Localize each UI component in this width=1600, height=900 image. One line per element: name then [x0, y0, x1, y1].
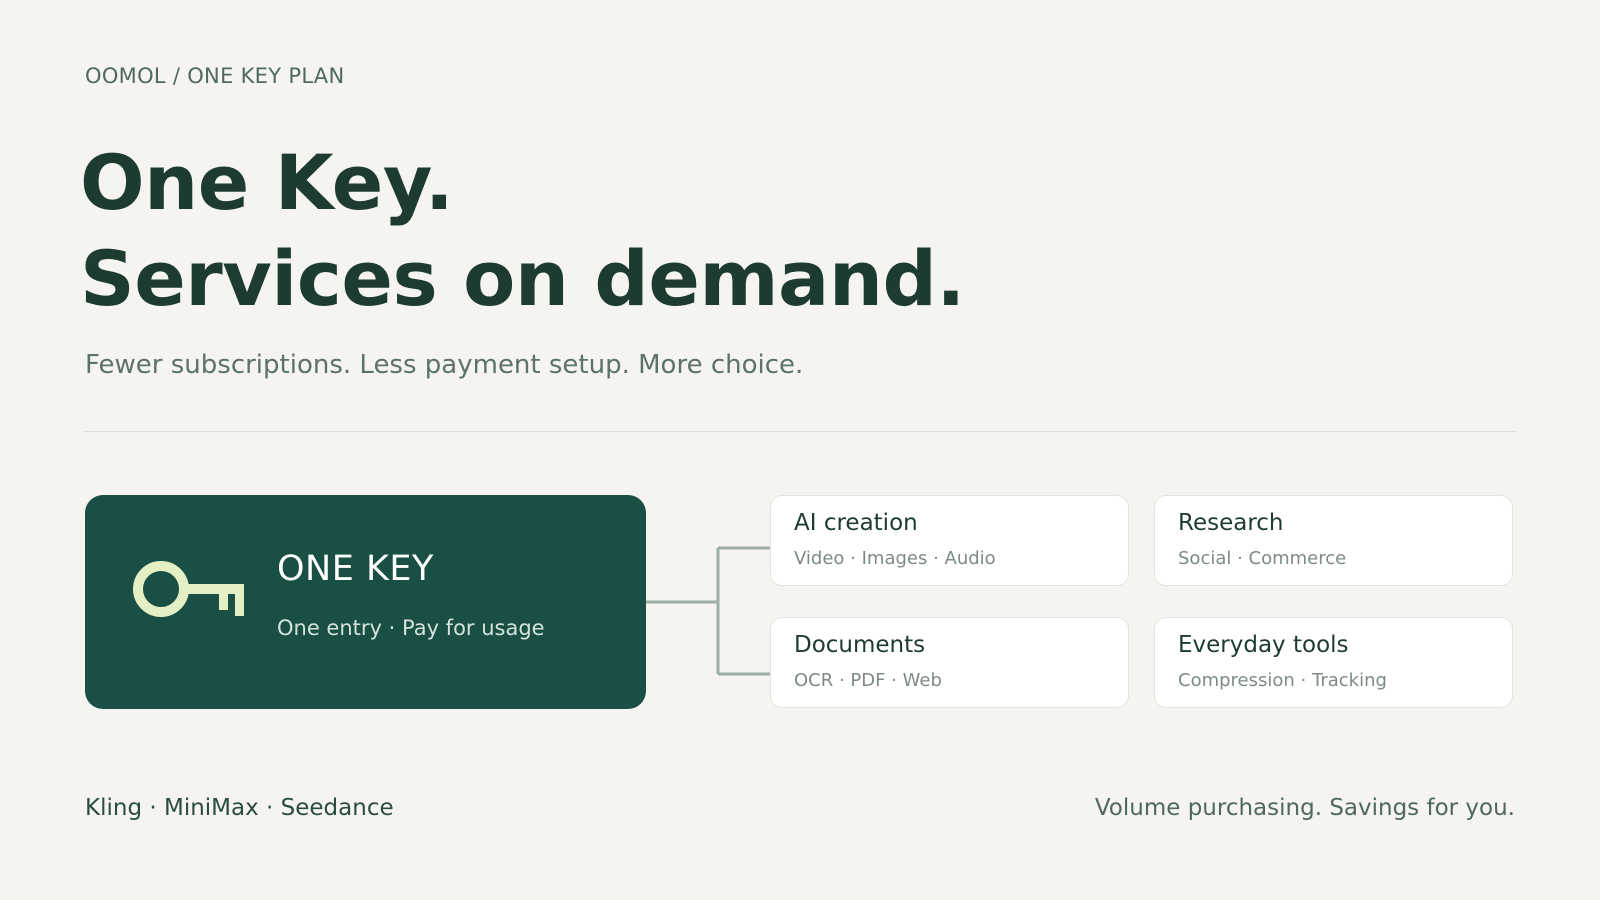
headline-line-1: One Key. [80, 138, 454, 227]
headline-line-2: Services on demand. [80, 234, 965, 323]
one-key-card: ONE KEY One entry · Pay for usage [85, 495, 646, 709]
service-subtitle: Social · Commerce [1178, 548, 1347, 569]
connector-lines [646, 546, 770, 676]
service-title: Everyday tools [1178, 632, 1349, 658]
one-key-subtitle: One entry · Pay for usage [277, 616, 545, 640]
service-title: AI creation [794, 510, 918, 536]
service-title: Documents [794, 632, 926, 658]
service-subtitle: Video · Images · Audio [794, 548, 996, 569]
partner-list: Kling · MiniMax · Seedance [85, 795, 394, 821]
breadcrumb: OOMOL / ONE KEY PLAN [85, 64, 345, 88]
service-card-research[interactable]: Research Social · Commerce [1154, 495, 1513, 586]
service-card-ai-creation[interactable]: AI creation Video · Images · Audio [770, 495, 1129, 586]
service-card-everyday-tools[interactable]: Everyday tools Compression · Tracking [1154, 617, 1513, 708]
footer-tagline: Volume purchasing. Savings for you. [1094, 795, 1515, 821]
service-subtitle: OCR · PDF · Web [794, 670, 942, 691]
key-icon [133, 561, 247, 635]
service-subtitle: Compression · Tracking [1178, 670, 1387, 691]
service-title: Research [1178, 510, 1284, 536]
service-card-documents[interactable]: Documents OCR · PDF · Web [770, 617, 1129, 708]
section-divider [85, 431, 1515, 432]
page-title: One Key. Services on demand. [80, 135, 965, 327]
one-key-title: ONE KEY [277, 549, 434, 589]
page-subtitle: Fewer subscriptions. Less payment setup.… [85, 350, 804, 380]
